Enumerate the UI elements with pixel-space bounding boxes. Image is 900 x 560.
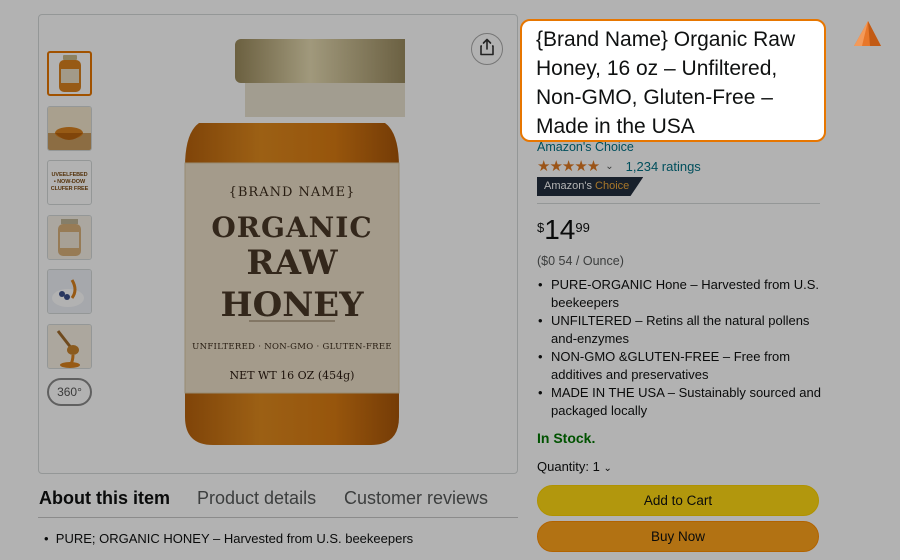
brand-logo-icon <box>850 20 882 53</box>
main-product-image[interactable]: {BRAND NAME} ORGANIC RAW HONEY UNFILTERE… <box>179 37 405 457</box>
bullet-dot: • <box>44 531 56 546</box>
jar-label-line: RAW <box>246 243 338 283</box>
thumbnail-yogurt-honey[interactable] <box>47 269 92 314</box>
rating-row: ★★★★★ ⌄ 1,234 ratings <box>537 157 701 175</box>
jar-label-net-weight: NET WT 16 OZ (454g) <box>229 369 355 382</box>
product-title: {Brand Name} Organic Raw Honey, 16 oz – … <box>536 28 796 138</box>
feature-bullet: PURE-ORGANIC Hone – Harvested from U.S. … <box>537 276 822 312</box>
about-bullet-text: PURE; ORGANIC HONEY – Harvested from U.S… <box>55 531 414 546</box>
stock-status: In Stock. <box>537 430 596 446</box>
quantity-label: Quantity: 1 <box>537 459 600 474</box>
share-icon <box>479 38 495 61</box>
feature-bullet: MADE IN THE USA – Sustainably sourced an… <box>537 384 822 420</box>
thumbnail-feature-text[interactable]: UVEELFEBED • NOW-DOW CLUFER FREE <box>47 160 92 205</box>
amazons-choice-link[interactable]: Amazon's Choice <box>537 140 634 154</box>
jar-label-subtitle: UNFILTERED · NON-GMO · GLUTEN-FREE <box>192 342 392 352</box>
share-button[interactable] <box>471 33 503 65</box>
price-fraction: 99 <box>575 220 590 235</box>
chevron-down-icon[interactable]: ⌄ <box>605 161 613 172</box>
thumbnail-text-line: • NOW-DOW <box>53 179 86 185</box>
view-360-button[interactable]: 360° <box>47 378 92 406</box>
quantity-selector[interactable]: Quantity: 1 ⌄ <box>537 459 612 474</box>
thumbnail-jar-back[interactable] <box>47 214 92 260</box>
feature-bullet: UNFILTERED – Retins all the natural poll… <box>537 312 822 348</box>
add-to-cart-button[interactable]: Add to Cart <box>537 485 819 516</box>
thumbnail-jar[interactable] <box>47 51 92 96</box>
jar-label-line: ORGANIC <box>211 211 373 244</box>
thumbnail-honey-dipper[interactable] <box>47 323 92 369</box>
tab-about-this-item[interactable]: About this item <box>39 488 170 509</box>
tab-product-details[interactable]: Product details <box>197 488 316 509</box>
product-title-callout: {Brand Name} Organic Raw Honey, 16 oz – … <box>520 19 826 142</box>
unit-price: ($0 54 / Ounce) <box>537 254 624 268</box>
jar-label-line: HONEY <box>220 285 364 325</box>
price-symbol: $ <box>537 220 545 235</box>
star-rating-icon[interactable]: ★★★★★ <box>537 157 600 175</box>
amazons-choice-badge: Amazon's Choice <box>537 177 644 196</box>
jar-label-brand: {BRAND NAME} <box>228 185 356 200</box>
divider <box>537 203 820 204</box>
thumbnail-text-line: CLUFER FREE <box>50 186 89 192</box>
price: $1499 <box>537 214 590 246</box>
product-tabs: About this item Product details Customer… <box>38 488 518 518</box>
ratings-count-link[interactable]: 1,234 ratings <box>626 159 701 174</box>
view-360-label: 360° <box>57 385 82 399</box>
thumbnail-honey-bowl[interactable] <box>47 105 92 151</box>
feature-bullets: PURE-ORGANIC Hone – Harvested from U.S. … <box>537 276 822 420</box>
buy-now-button[interactable]: Buy Now <box>537 521 819 552</box>
feature-bullet: NON-GMO &GLUTEN-FREE – Free from additiv… <box>537 348 822 384</box>
badge-prefix: Amazon's <box>544 180 592 192</box>
about-bullet: • PURE; ORGANIC HONEY – Harvested from U… <box>44 531 413 546</box>
chevron-down-icon: ⌄ <box>603 463 612 474</box>
tab-customer-reviews[interactable]: Customer reviews <box>344 488 488 509</box>
thumbnail-strip: UVEELFEBED • NOW-DOW CLUFER FREE 360° <box>47 51 92 406</box>
badge-highlight: Choice <box>595 180 630 192</box>
image-gallery: UVEELFEBED • NOW-DOW CLUFER FREE 360° {B… <box>38 14 518 474</box>
thumbnail-text-line: UVEELFEBED <box>51 172 88 178</box>
price-whole: 14 <box>544 214 576 245</box>
